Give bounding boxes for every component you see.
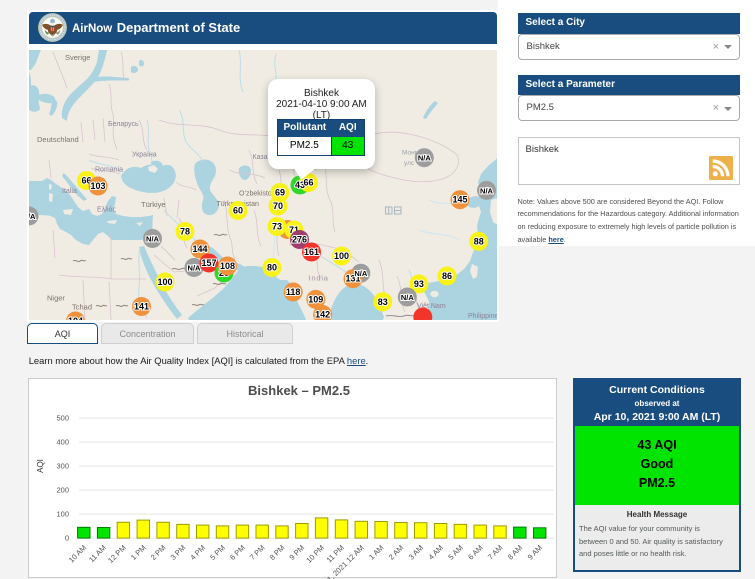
svg-text:N/A: N/A	[187, 264, 201, 273]
svg-text:улс: улс	[404, 160, 415, 167]
svg-text:8 AM: 8 AM	[506, 544, 524, 562]
svg-text:9 AM: 9 AM	[526, 544, 544, 562]
svg-text:Niger: Niger	[47, 294, 65, 303]
svg-text:161: 161	[303, 247, 318, 257]
svg-text:7 PM: 7 PM	[248, 544, 267, 563]
svg-text:3 AM: 3 AM	[407, 544, 425, 562]
svg-text:12 PM: 12 PM	[106, 544, 128, 566]
svg-text:157: 157	[201, 258, 216, 268]
svg-text:Беларусь: Беларусь	[108, 121, 139, 128]
svg-text:1 AM: 1 AM	[367, 544, 385, 562]
svg-text:8 PM: 8 PM	[268, 544, 287, 563]
svg-text:6 AM: 6 AM	[466, 544, 484, 562]
svg-text:86: 86	[441, 271, 451, 281]
svg-text:2 PM: 2 PM	[149, 544, 168, 563]
svg-text:N/A: N/A	[29, 212, 36, 221]
svg-text:5 PM: 5 PM	[208, 544, 227, 563]
svg-text:Italia: Italia	[62, 188, 77, 195]
svg-text:N/A: N/A	[417, 154, 431, 163]
svg-text:O’zbekiston: O’zbekiston	[239, 191, 276, 198]
svg-text:India: India	[308, 274, 328, 283]
svg-text:Tchad: Tchad	[72, 303, 92, 312]
svg-text:200: 200	[56, 486, 69, 495]
svg-text:Türkiye: Türkiye	[141, 200, 166, 209]
svg-text:100: 100	[56, 510, 69, 519]
svg-text:1 PM: 1 PM	[129, 544, 148, 563]
svg-text:144: 144	[192, 244, 207, 254]
svg-text:104: 104	[67, 316, 82, 320]
svg-text:500: 500	[56, 414, 69, 423]
svg-text:69: 69	[274, 188, 284, 198]
svg-text:142: 142	[315, 310, 330, 320]
svg-text:N/A: N/A	[146, 235, 160, 244]
svg-text:141: 141	[133, 302, 148, 312]
svg-text:3 PM: 3 PM	[169, 544, 188, 563]
svg-text:118: 118	[285, 287, 300, 297]
svg-text:103: 103	[90, 181, 105, 191]
svg-text:Україна: Україна	[132, 152, 157, 159]
svg-text:100: 100	[333, 251, 348, 261]
svg-text:108: 108	[219, 261, 234, 271]
svg-text:6 PM: 6 PM	[228, 544, 247, 563]
svg-text:73: 73	[271, 222, 281, 232]
svg-text:80: 80	[266, 263, 276, 273]
svg-text:70: 70	[272, 201, 282, 211]
svg-text:10 AM: 10 AM	[67, 544, 88, 565]
svg-text:11 AM: 11 AM	[87, 544, 108, 565]
svg-text:Philippine: Philippine	[468, 313, 498, 320]
svg-text:Deutschland: Deutschland	[37, 135, 79, 144]
svg-text:N/A: N/A	[480, 186, 494, 195]
svg-text:AQI: AQI	[36, 460, 45, 474]
svg-text:100: 100	[157, 277, 172, 287]
svg-text:78: 78	[179, 227, 189, 237]
svg-text:10 PM: 10 PM	[304, 544, 326, 566]
svg-text:Ελλάς: Ελλάς	[97, 206, 117, 214]
svg-text:83: 83	[377, 297, 387, 307]
svg-text:Sverige: Sverige	[65, 53, 90, 62]
svg-text:N/A: N/A	[400, 293, 414, 302]
svg-text:4 PM: 4 PM	[188, 544, 207, 563]
svg-text:276: 276	[291, 235, 306, 245]
svg-text:300: 300	[56, 462, 69, 471]
svg-text:88: 88	[473, 236, 483, 246]
svg-text:Bishkek – PM2.5: Bishkek – PM2.5	[248, 383, 350, 398]
svg-text:60: 60	[232, 206, 242, 216]
svg-text:9 PM: 9 PM	[287, 544, 306, 563]
svg-text:400: 400	[56, 438, 69, 447]
svg-text:5 AM: 5 AM	[446, 544, 464, 562]
svg-text:2 AM: 2 AM	[387, 544, 405, 562]
svg-text:N/A: N/A	[354, 269, 368, 278]
svg-text:4 AM: 4 AM	[427, 544, 445, 562]
svg-text:93: 93	[413, 279, 423, 289]
svg-text:109: 109	[308, 294, 323, 304]
svg-text:0: 0	[65, 534, 69, 543]
svg-text:145: 145	[452, 195, 467, 205]
svg-text:7 AM: 7 AM	[486, 544, 504, 562]
svg-text:Romania: Romania	[95, 167, 123, 174]
